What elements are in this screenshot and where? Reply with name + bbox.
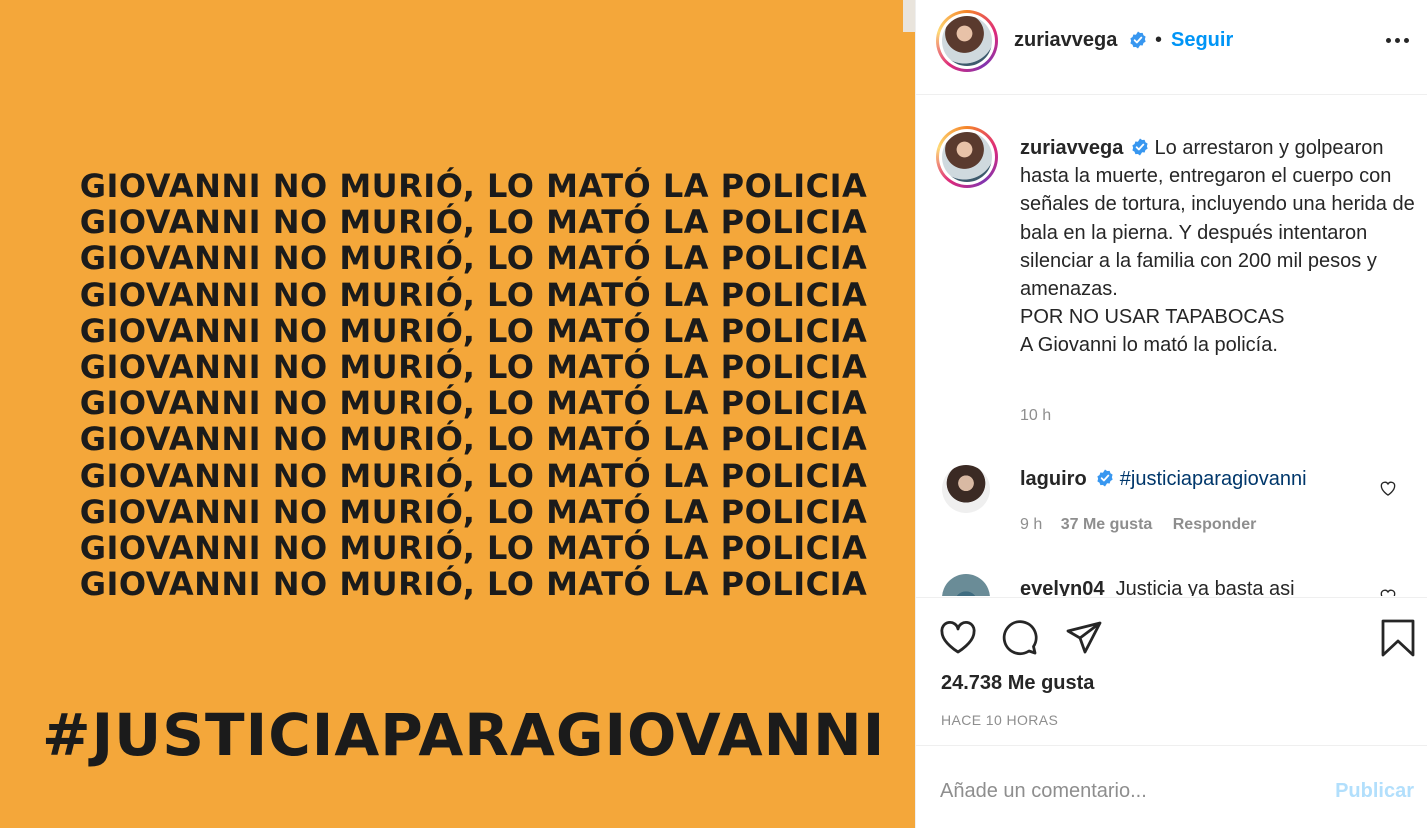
post-side-panel: zuriavvega • Seguir zuriavvega Lo arrest… xyxy=(915,0,1427,828)
comment-like-heart-icon[interactable] xyxy=(1378,586,1398,596)
caption: zuriavvega Lo arrestaron y golpearon has… xyxy=(1020,134,1415,360)
slogan-line: GIOVANNI NO MURIÓ, LO MATÓ LA POLICIA xyxy=(79,167,868,205)
comment-avatar[interactable] xyxy=(942,574,990,596)
comments-list[interactable]: zuriavvega Lo arrestaron y golpearon has… xyxy=(916,96,1427,596)
caption-body: Lo arrestaron y golpearon hasta la muert… xyxy=(1020,137,1415,301)
slogan-block: GIOVANNI NO MURIÓ, LO MATÓ LA POLICIA GI… xyxy=(0,167,915,604)
slogan-line: GIOVANNI NO MURIÓ, LO MATÓ LA POLICIA xyxy=(79,456,868,495)
more-horizontal-icon[interactable] xyxy=(1386,38,1412,44)
profile-avatar[interactable] xyxy=(936,10,998,72)
comment-body: Justicia ya basta asi xyxy=(1115,578,1295,596)
post-actions: 24.738 Me gusta HACE 10 HORAS xyxy=(916,597,1427,747)
bookmark-icon[interactable] xyxy=(1378,618,1418,658)
comment-like-heart-icon[interactable] xyxy=(1378,478,1398,498)
comment-meta: 9 h 37 Me gusta Responder xyxy=(1020,516,1256,534)
publish-button[interactable]: Publicar xyxy=(1335,780,1414,803)
post-image[interactable]: GIOVANNI NO MURIÓ, LO MATÓ LA POLICIA GI… xyxy=(0,0,915,828)
header-separator: • xyxy=(1155,29,1163,51)
comment-icon[interactable] xyxy=(1000,618,1040,658)
slogan-line: GIOVANNI NO MURIÓ, LO MATÓ LA POLICIA xyxy=(79,203,868,242)
share-icon[interactable] xyxy=(1064,618,1104,658)
comment-username[interactable]: laguiro xyxy=(1020,468,1087,490)
slogan-line: GIOVANNI NO MURIÓ, LO MATÓ LA POLICIA xyxy=(79,420,868,459)
caption-timestamp[interactable]: 10 h xyxy=(1020,407,1051,425)
follow-button[interactable]: Seguir xyxy=(1171,29,1233,52)
caption-closing: A Giovanni lo mató la policía. xyxy=(1020,334,1278,357)
comment-username[interactable]: evelyn04 xyxy=(1020,578,1105,596)
comment-text: evelyn04 Justicia ya basta asi xyxy=(1020,578,1295,596)
slogan-line: GIOVANNI NO MURIÓ, LO MATÓ LA POLICIA xyxy=(79,492,868,531)
comment-text: laguiro #justiciaparagiovanni xyxy=(1020,468,1307,491)
reply-button[interactable]: Responder xyxy=(1173,516,1257,533)
slogan-line: GIOVANNI NO MURIÓ, LO MATÓ LA POLICIA xyxy=(79,239,868,278)
comment-time[interactable]: 9 h xyxy=(1020,516,1042,533)
slogan-line: GIOVANNI NO MURIÓ, LO MATÓ LA POLICIA xyxy=(79,529,868,568)
caption-username[interactable]: zuriavvega xyxy=(1020,137,1123,159)
comment-likes[interactable]: 37 Me gusta xyxy=(1061,516,1153,533)
add-comment-bar: Añade un comentario... Publicar xyxy=(916,745,1427,828)
caption-emphasis: POR NO USAR TAPABOCAS xyxy=(1020,306,1285,329)
comment-input[interactable]: Añade un comentario... xyxy=(940,780,1147,803)
verified-badge-icon xyxy=(1097,469,1113,487)
image-hashtag: #JUSTICIAPARAGIOVANNI xyxy=(42,701,886,769)
heart-icon[interactable] xyxy=(938,618,978,658)
header-username[interactable]: zuriavvega xyxy=(1014,29,1117,52)
slogan-line: GIOVANNI NO MURIÓ, LO MATÓ LA POLICIA xyxy=(79,384,868,423)
post-timestamp[interactable]: HACE 10 HORAS xyxy=(941,712,1058,728)
slogan-line: GIOVANNI NO MURIÓ, LO MATÓ LA POLICIA xyxy=(79,348,868,387)
comment-avatar[interactable] xyxy=(942,465,990,513)
likes-count[interactable]: 24.738 Me gusta xyxy=(941,672,1094,695)
verified-badge-icon xyxy=(1132,138,1148,156)
image-edge-strip xyxy=(903,0,915,32)
comment-hashtag-link[interactable]: #justiciaparagiovanni xyxy=(1120,468,1307,490)
slogan-line: GIOVANNI NO MURIÓ, LO MATÓ LA POLICIA xyxy=(79,275,868,314)
caption-avatar[interactable] xyxy=(936,126,998,188)
slogan-line: GIOVANNI NO MURIÓ, LO MATÓ LA POLICIA xyxy=(79,565,868,604)
verified-badge-icon xyxy=(1130,31,1146,49)
slogan-line: GIOVANNI NO MURIÓ, LO MATÓ LA POLICIA xyxy=(79,311,868,350)
post-header: zuriavvega • Seguir xyxy=(916,0,1427,95)
